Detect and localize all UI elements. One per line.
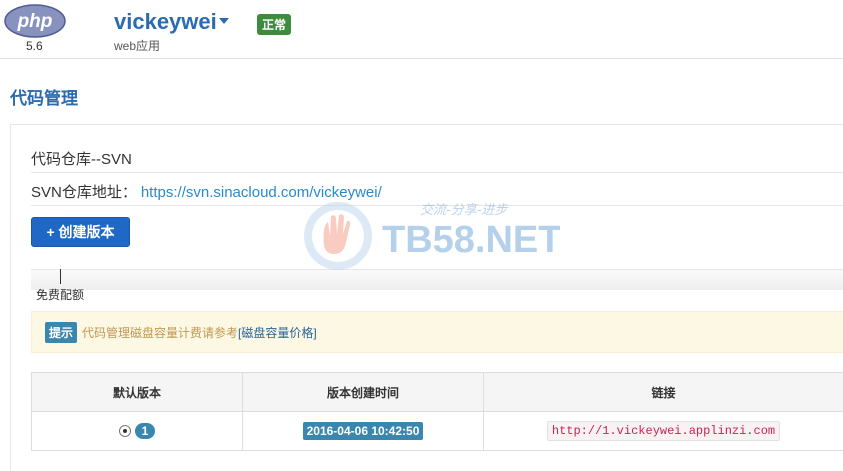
- versions-table: 默认版本 版本创建时间 链接 1 2016-04-06 10:42:50 htt…: [31, 372, 843, 451]
- php-logo-text: php: [17, 11, 53, 32]
- runtime-version: 5.6: [26, 39, 43, 53]
- column-header-created-time: 版本创建时间: [243, 373, 484, 412]
- default-version-radio[interactable]: [119, 425, 131, 437]
- code-management-panel: 代码仓库--SVN SVN仓库地址：https://svn.sinacloud.…: [10, 124, 843, 471]
- repo-address-link[interactable]: https://svn.sinacloud.com/vickeywei/: [141, 184, 382, 201]
- repo-address: SVN仓库地址：https://svn.sinacloud.com/vickey…: [31, 181, 382, 202]
- version-badge: 1: [135, 423, 156, 439]
- tip-label: 提示: [45, 322, 77, 343]
- version-link[interactable]: http://1.vickeywei.applinzi.com: [547, 421, 780, 441]
- column-header-link: 链接: [484, 373, 843, 412]
- created-time-cell: 2016-04-06 10:42:50: [243, 412, 484, 451]
- repo-title: 代码仓库--SVN: [31, 148, 132, 169]
- divider: [31, 172, 843, 173]
- tip-message: 代码管理磁盘容量计费请参考: [82, 326, 238, 340]
- default-version-cell: 1: [32, 412, 243, 451]
- app-header: php 5.6 vickeywei web应用 正常: [0, 0, 843, 59]
- page-title: 代码管理: [10, 84, 78, 109]
- quota-marker: [60, 269, 61, 284]
- quota-progress-bar: [31, 269, 843, 290]
- created-time-badge: 2016-04-06 10:42:50: [303, 422, 424, 440]
- php-logo: php: [4, 4, 66, 38]
- repo-address-label: SVN仓库地址：: [31, 184, 137, 201]
- table-row: 1 2016-04-06 10:42:50 http://1.vickeywei…: [32, 412, 843, 451]
- app-switcher[interactable]: vickeywei: [114, 9, 229, 35]
- status-badge: 正常: [257, 14, 291, 35]
- tip-text: 代码管理磁盘容量计费请参考[磁盘容量价格]: [82, 324, 317, 341]
- app-name[interactable]: vickeywei: [114, 9, 217, 34]
- tip-alert: 提示 代码管理磁盘容量计费请参考[磁盘容量价格]: [31, 311, 843, 353]
- create-version-button[interactable]: + 创建版本: [31, 217, 130, 247]
- link-cell: http://1.vickeywei.applinzi.com: [484, 412, 843, 451]
- quota-label: 免费配额: [36, 286, 84, 303]
- disk-price-link[interactable]: [磁盘容量价格]: [238, 326, 317, 340]
- app-type: web应用: [114, 37, 160, 54]
- caret-down-icon[interactable]: [219, 18, 229, 24]
- divider: [31, 205, 843, 206]
- column-header-default-version: 默认版本: [32, 373, 243, 412]
- table-header-row: 默认版本 版本创建时间 链接: [32, 373, 843, 412]
